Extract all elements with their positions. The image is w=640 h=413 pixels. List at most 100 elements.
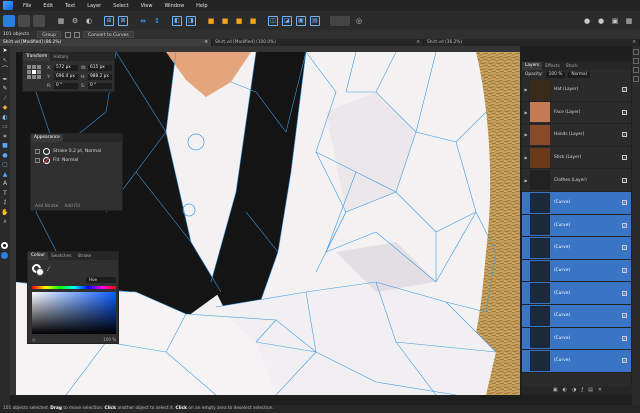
arrange-backward-icon[interactable]: ■: [220, 16, 230, 26]
visibility-checkbox[interactable]: ✓: [622, 222, 627, 228]
add-stroke-button[interactable]: Add Stroke: [35, 204, 58, 209]
visibility-checkbox[interactable]: ✓: [622, 109, 627, 115]
insert-behind-icon[interactable]: ◧: [172, 15, 182, 26]
pixel-persona-icon[interactable]: [18, 14, 30, 27]
boolean-intersect-icon[interactable]: ▣: [296, 15, 306, 26]
delete-layer-icon[interactable]: ✕: [598, 387, 602, 393]
fill-stroke-swatches[interactable]: [32, 264, 44, 276]
opacity-value[interactable]: 100 %: [103, 337, 116, 342]
fill-row[interactable]: Fill: Normal: [35, 156, 122, 165]
doc-tab-2[interactable]: Shirt.vd [Modified] (100.0%) ✕: [212, 39, 424, 46]
fill-visibility-checkbox[interactable]: [35, 158, 40, 163]
visibility-checkbox[interactable]: ✓: [622, 132, 627, 138]
visibility-checkbox[interactable]: ✓: [622, 177, 627, 183]
designer-persona-icon[interactable]: [3, 14, 15, 27]
visibility-checkbox[interactable]: ✓: [622, 155, 627, 161]
layer-row[interactable]: ▶ Clothes (Layer) ✓: [522, 169, 631, 192]
tab-swatches[interactable]: Swatches: [48, 254, 75, 259]
expand-arrow-icon[interactable]: ▶: [522, 178, 530, 183]
tab-transform[interactable]: Transform: [23, 53, 51, 61]
shear-field[interactable]: S: 0 °: [81, 83, 112, 89]
rounded-rect-tool-icon[interactable]: ▢: [1, 161, 9, 169]
adjustment-icon[interactable]: ◑: [572, 387, 576, 393]
studio-panel-icon[interactable]: [633, 49, 639, 55]
expand-arrow-icon[interactable]: ▶: [522, 155, 530, 160]
fill-swatch-icon[interactable]: [43, 157, 50, 164]
boolean-add-icon[interactable]: ◫: [268, 15, 278, 26]
y-field[interactable]: Y: 696.4 px: [47, 74, 78, 80]
tab-layers[interactable]: Layers: [522, 62, 543, 70]
layer-row[interactable]: (Curve) ✓: [522, 191, 631, 215]
align-icon[interactable]: ⇹: [138, 16, 148, 26]
visibility-checkbox[interactable]: ✓: [622, 313, 627, 319]
menu-help[interactable]: Help: [190, 3, 213, 9]
expand-arrow-icon[interactable]: ▶: [522, 132, 530, 137]
visibility-checkbox[interactable]: ✓: [622, 358, 627, 364]
stroke-row[interactable]: Stroke 0.2 pt, Normal: [35, 147, 122, 156]
panel-toggle-icon[interactable]: ▣: [610, 16, 620, 26]
preferences-icon[interactable]: ⚙: [70, 16, 80, 26]
blend-mode-dropdown[interactable]: Normal: [568, 71, 590, 78]
group-icon[interactable]: ▤: [588, 387, 593, 393]
saturation-brightness-picker[interactable]: [32, 292, 116, 334]
menu-view[interactable]: View: [135, 3, 159, 9]
layer-row[interactable]: (Curve) ✓: [522, 350, 631, 373]
workspace-icon[interactable]: ▦: [624, 16, 634, 26]
tab-stock[interactable]: Stock: [563, 64, 581, 69]
view-mode-icon[interactable]: ◐: [84, 16, 94, 26]
menu-edit[interactable]: Edit: [37, 3, 59, 9]
boolean-divide-icon[interactable]: ▤: [310, 15, 320, 26]
layer-row[interactable]: (Curve) ✓: [522, 214, 631, 238]
fill-tool-icon[interactable]: ◆: [1, 104, 9, 112]
place-image-tool-icon[interactable]: ▭: [1, 123, 9, 131]
tab-history[interactable]: History: [50, 55, 71, 60]
assistant-icon[interactable]: ●: [582, 16, 592, 26]
grid-icon[interactable]: ⊠: [118, 15, 128, 26]
arrange-back-icon[interactable]: ■: [206, 16, 216, 26]
rectangle-tool-icon[interactable]: ■: [1, 142, 9, 150]
studio-toggle-icon[interactable]: ●: [596, 16, 606, 26]
studio-panel-icon[interactable]: [633, 67, 639, 73]
contour-tool-icon[interactable]: ⌒: [1, 66, 9, 74]
close-tab-icon[interactable]: ✕: [416, 39, 420, 46]
noise-icon[interactable]: ◎: [32, 337, 36, 342]
color-picker-tool-icon[interactable]: ⁒: [1, 199, 9, 207]
layer-row[interactable]: (Curve) ✓: [522, 282, 631, 305]
menu-window[interactable]: Window: [158, 3, 190, 9]
layer-row[interactable]: (Curve) ✓: [522, 237, 631, 260]
hue-slider[interactable]: [32, 286, 116, 289]
artistic-text-tool-icon[interactable]: A: [1, 180, 9, 188]
studio-panel-icon[interactable]: [633, 76, 639, 82]
studio-panel-icon[interactable]: [633, 58, 639, 64]
fx-icon[interactable]: ƒ: [581, 387, 583, 393]
boolean-subtract-icon[interactable]: ◪: [282, 15, 292, 26]
add-fill-button[interactable]: Add Fill: [64, 204, 79, 209]
tab-appearance[interactable]: Appearance: [31, 134, 63, 142]
layer-row[interactable]: (Curve) ✓: [522, 304, 631, 328]
fill-color-swatch[interactable]: [1, 252, 8, 259]
arrange-front-icon[interactable]: ■: [248, 16, 258, 26]
flip-icon[interactable]: [73, 31, 80, 38]
transparency-tool-icon[interactable]: ◐: [1, 114, 9, 122]
convert-to-curves-button[interactable]: Convert to Curves: [82, 31, 134, 38]
x-field[interactable]: X: 572 px: [47, 65, 78, 71]
crop-tool-icon[interactable]: ⌗: [1, 133, 9, 141]
layer-row[interactable]: ▶ Hat (Layer) ✓: [522, 79, 631, 102]
stroke-visibility-checkbox[interactable]: [35, 149, 40, 154]
export-persona-icon[interactable]: [33, 14, 45, 27]
mask-icon[interactable]: ◐: [563, 387, 567, 393]
expand-arrow-icon[interactable]: ▶: [522, 110, 530, 115]
group-button[interactable]: Group: [37, 31, 61, 38]
visibility-checkbox[interactable]: ✓: [622, 87, 627, 93]
eyedropper-icon[interactable]: ⁄: [48, 266, 49, 273]
stroke-icon[interactable]: ◎: [354, 16, 364, 26]
layer-row[interactable]: ▶ Stick (Layer) ✓: [522, 147, 631, 170]
w-field[interactable]: W: 615 px: [81, 65, 112, 71]
menu-file[interactable]: File: [17, 3, 37, 9]
layer-opacity-field[interactable]: 100 %: [545, 71, 566, 78]
add-layer-icon[interactable]: ▣: [553, 387, 558, 393]
menu-select[interactable]: Select: [107, 3, 134, 9]
arrange-forward-icon[interactable]: ■: [234, 16, 244, 26]
pen-tool-icon[interactable]: ✒: [1, 76, 9, 84]
layer-row[interactable]: (Curve) ✓: [522, 327, 631, 351]
